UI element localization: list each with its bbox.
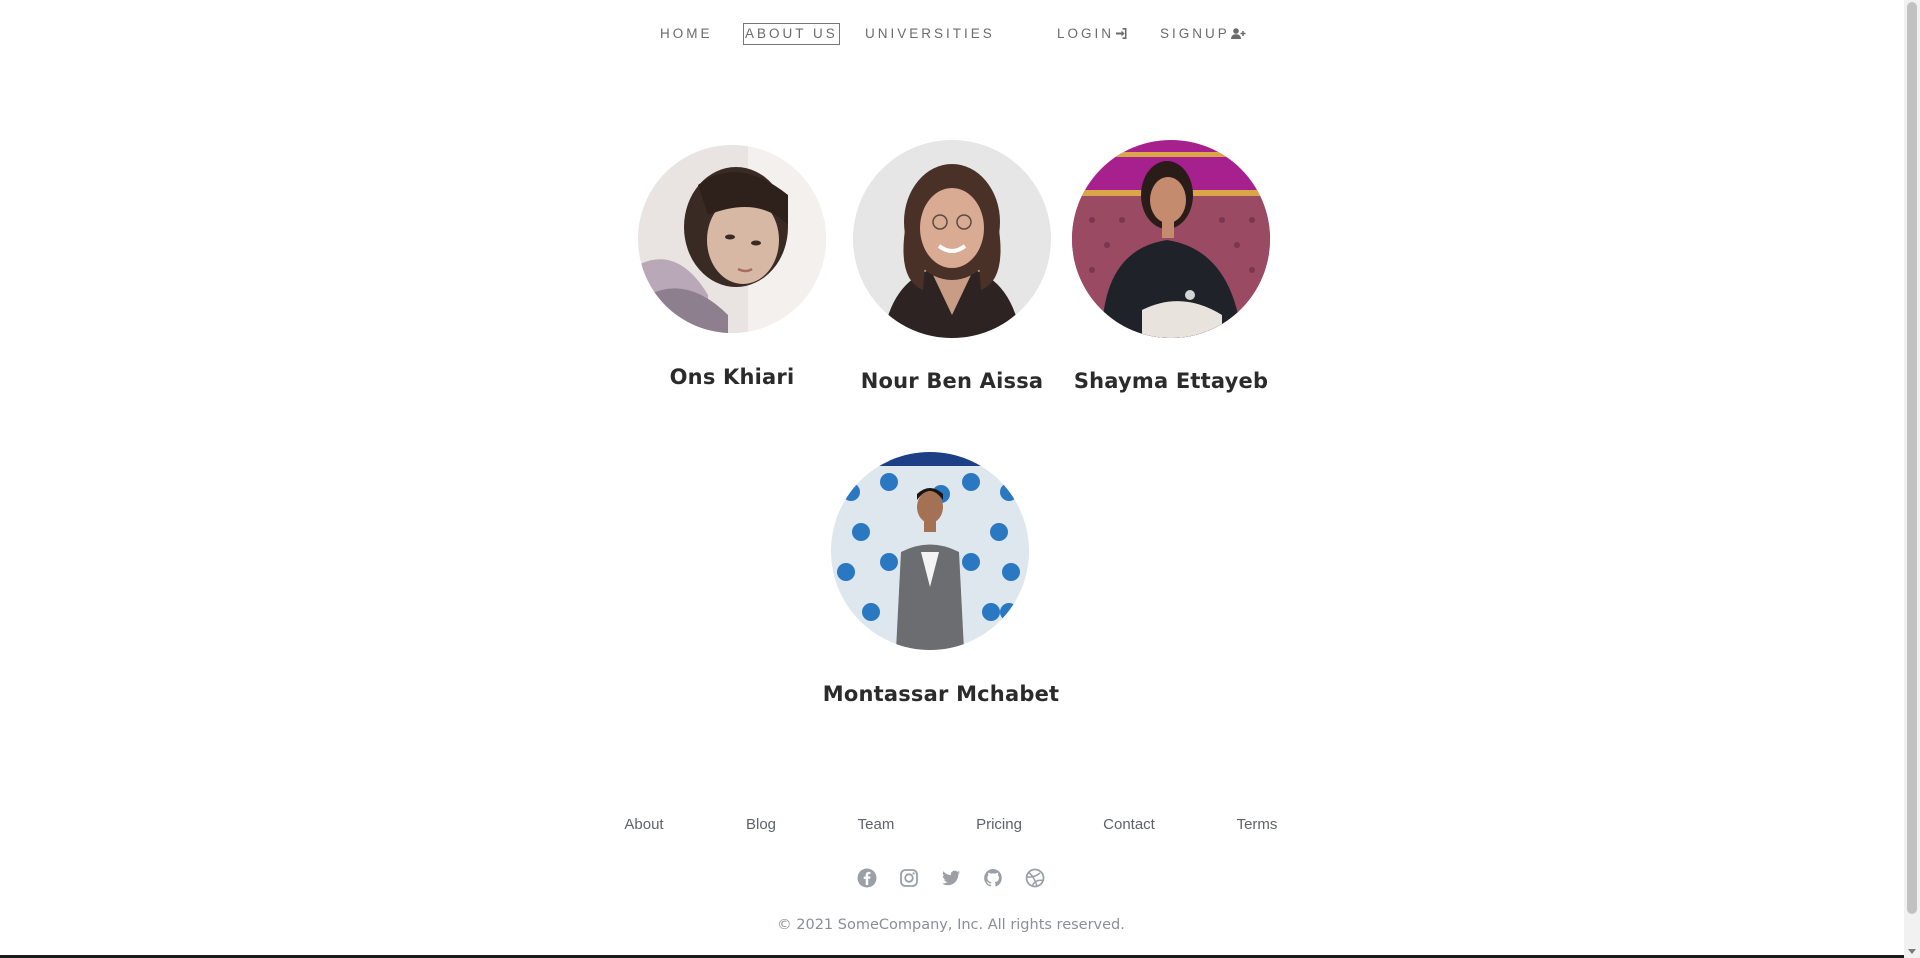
nav-home-link[interactable]: HOME xyxy=(660,24,713,44)
member-photo xyxy=(831,452,1029,650)
footer-terms-link[interactable]: Terms xyxy=(1237,816,1278,833)
member-name: Ons Khiari xyxy=(669,365,795,389)
scroll-down-arrow-icon[interactable] xyxy=(1908,949,1916,954)
member-name: Montassar Mchabet xyxy=(822,682,1060,706)
nav-universities-link[interactable]: UNIVERSITIES xyxy=(865,24,995,44)
instagram-icon[interactable] xyxy=(898,867,920,889)
dribbble-icon[interactable] xyxy=(1024,867,1046,889)
signup-label: SIGNUP xyxy=(1160,26,1230,41)
facebook-icon[interactable] xyxy=(856,867,878,889)
about-us-page: HOME ABOUT US UNIVERSITIES LOGIN SIGNUP xyxy=(0,0,1920,958)
vertical-scrollbar[interactable] xyxy=(1904,0,1920,958)
login-label: LOGIN xyxy=(1057,26,1115,41)
member-name: Shayma Ettayeb xyxy=(1073,369,1269,393)
sign-in-icon xyxy=(1116,28,1127,39)
footer-blog-link[interactable]: Blog xyxy=(746,816,776,833)
member-photo xyxy=(638,145,826,333)
footer-about-link[interactable]: About xyxy=(624,816,663,833)
member-photo xyxy=(1072,140,1270,338)
footer-pricing-link[interactable]: Pricing xyxy=(976,816,1022,833)
twitter-icon[interactable] xyxy=(940,867,962,889)
user-plus-icon xyxy=(1230,28,1246,39)
copyright-text: © 2021 SomeCompany, Inc. All rights rese… xyxy=(777,917,1125,933)
footer-team-link[interactable]: Team xyxy=(858,816,895,833)
footer-contact-link[interactable]: Contact xyxy=(1103,816,1155,833)
member-name: Nour Ben Aissa xyxy=(860,369,1044,393)
member-photo xyxy=(853,140,1051,338)
scrollbar-thumb[interactable] xyxy=(1907,2,1917,914)
nav-login-link[interactable]: LOGIN xyxy=(1057,24,1127,44)
github-icon[interactable] xyxy=(982,867,1004,889)
top-navigation: HOME ABOUT US UNIVERSITIES LOGIN SIGNUP xyxy=(0,23,1904,46)
nav-signup-link[interactable]: SIGNUP xyxy=(1160,24,1246,44)
nav-about-us-link[interactable]: ABOUT US xyxy=(743,23,840,45)
